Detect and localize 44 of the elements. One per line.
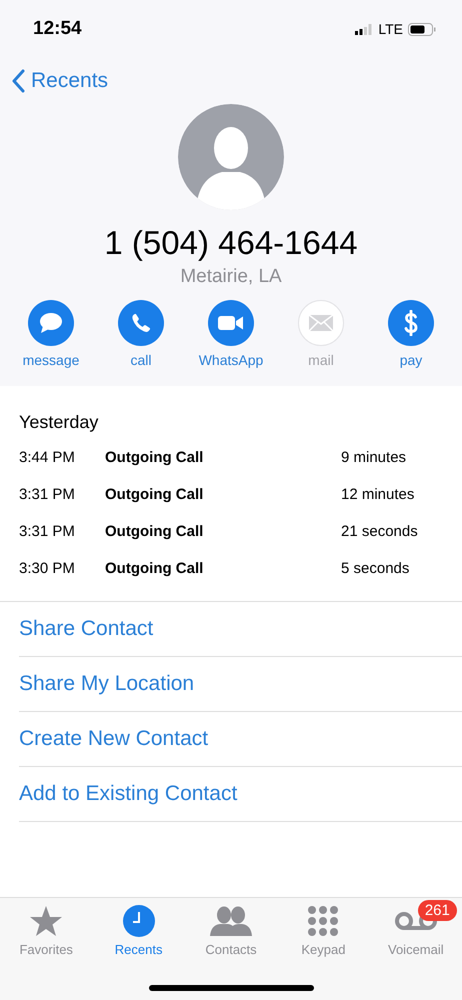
avatar-icon xyxy=(178,104,284,210)
contact-action-link[interactable]: Add to Existing Contact xyxy=(19,767,462,822)
phone-icon xyxy=(130,312,152,334)
unread-badge: 261 xyxy=(418,900,457,921)
keypad-tab[interactable]: Keypad xyxy=(277,904,370,957)
call-duration: 12 minutes xyxy=(341,486,416,503)
people-icon xyxy=(210,906,252,936)
battery-icon xyxy=(408,22,436,36)
contact-action-link[interactable]: Create New Contact xyxy=(19,712,462,767)
clock-icon xyxy=(122,905,155,937)
contacts-tab[interactable]: Contacts xyxy=(184,904,278,957)
call-time: 3:30 PM xyxy=(19,560,76,577)
dollar-icon xyxy=(404,310,418,336)
speech-bubble-icon xyxy=(39,312,63,334)
call-type: Outgoing Call xyxy=(105,523,204,540)
phone-number: 1 (504) 464-1644 xyxy=(104,224,358,262)
keypad-icon xyxy=(307,906,340,936)
network-label: LTE xyxy=(378,21,403,37)
call-duration: 5 seconds xyxy=(341,560,410,577)
call-type: Outgoing Call xyxy=(105,449,204,466)
signal-icon xyxy=(355,24,374,34)
call-time: 3:31 PM xyxy=(19,486,76,503)
video-camera-icon xyxy=(218,315,244,331)
call-time: 3:31 PM xyxy=(19,523,76,540)
contact-action-link[interactable]: Share Contact xyxy=(19,602,462,657)
back-button[interactable]: Recents xyxy=(0,58,108,104)
status-time: 12:54 xyxy=(33,18,82,40)
envelope-icon xyxy=(309,315,333,331)
call-duration: 21 seconds xyxy=(341,523,419,540)
favorites-tab[interactable]: Favorites xyxy=(0,904,92,957)
video-action-button[interactable]: WhatsApp xyxy=(191,300,271,368)
message-action-button[interactable]: message xyxy=(11,300,91,368)
recents-tab[interactable]: Recents xyxy=(92,904,185,957)
contact-action-link[interactable]: Share My Location xyxy=(19,657,462,712)
star-icon xyxy=(29,905,64,937)
call-type: Outgoing Call xyxy=(105,560,204,577)
pay-action-button[interactable]: pay xyxy=(371,300,451,368)
call-action-button[interactable]: call xyxy=(101,300,181,368)
day-heading: Yesterday xyxy=(19,412,100,433)
call-time: 3:44 PM xyxy=(19,449,76,466)
call-type: Outgoing Call xyxy=(105,486,204,503)
call-duration: 9 minutes xyxy=(341,449,408,466)
chevron-left-icon xyxy=(11,69,25,93)
location-label: Metairie, LA xyxy=(180,266,282,288)
